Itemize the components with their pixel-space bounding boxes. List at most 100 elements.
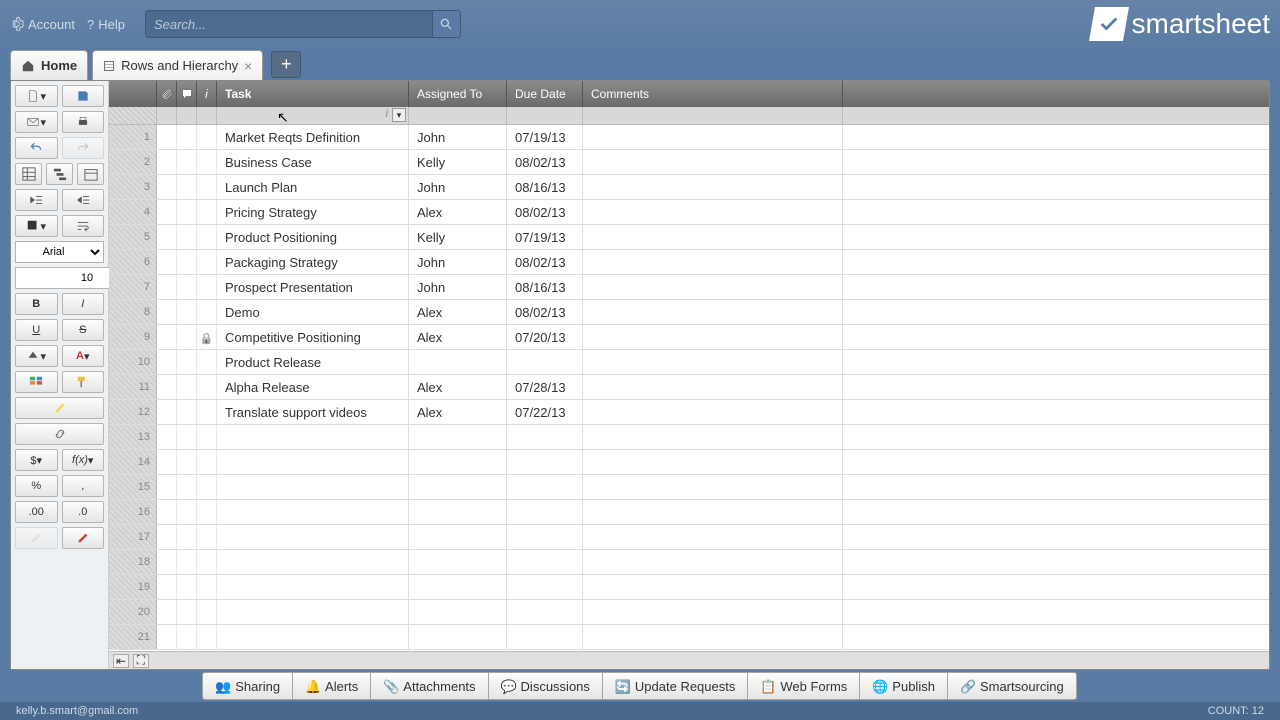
cell-attachment[interactable] (157, 525, 177, 549)
cell-due[interactable]: 08/02/13 (507, 250, 583, 274)
cell-task[interactable]: Market Reqts Definition (217, 125, 409, 149)
table-row[interactable]: 16 (109, 500, 1269, 525)
cell-due[interactable] (507, 450, 583, 474)
cell-due[interactable] (507, 625, 583, 649)
text-color-button[interactable]: A▾ (62, 345, 105, 367)
table-row[interactable]: 10Product Release (109, 350, 1269, 375)
cell-comments[interactable] (583, 400, 843, 424)
tab-close-button[interactable]: × (244, 58, 252, 74)
cell-task[interactable]: Demo (217, 300, 409, 324)
cell-indicator[interactable] (197, 525, 217, 549)
cell-due[interactable]: 08/16/13 (507, 275, 583, 299)
cell-comments[interactable] (583, 525, 843, 549)
cell-comments[interactable] (583, 375, 843, 399)
cell-attachment[interactable] (157, 625, 177, 649)
col-indicator[interactable]: i (197, 81, 217, 107)
cell-comments[interactable] (583, 275, 843, 299)
tab-home[interactable]: Home (10, 50, 88, 80)
cell-due[interactable] (507, 425, 583, 449)
cell-attachment[interactable] (157, 600, 177, 624)
search-input[interactable] (145, 10, 433, 38)
cell-task[interactable] (217, 500, 409, 524)
table-row[interactable]: 3Launch PlanJohn08/16/13 (109, 175, 1269, 200)
cell-attachment[interactable] (157, 550, 177, 574)
cell-due[interactable] (507, 575, 583, 599)
cell-due[interactable]: 07/28/13 (507, 375, 583, 399)
cell-comments[interactable] (583, 125, 843, 149)
cell-indicator[interactable] (197, 275, 217, 299)
cell-due[interactable] (507, 500, 583, 524)
cell-assigned[interactable]: Alex (409, 200, 507, 224)
row-number[interactable]: 9 (109, 325, 157, 349)
cell-comments[interactable] (583, 600, 843, 624)
cell-comments[interactable] (583, 500, 843, 524)
cell-due[interactable]: 07/19/13 (507, 225, 583, 249)
table-row[interactable]: 9Competitive PositioningAlex07/20/13 (109, 325, 1269, 350)
row-number[interactable]: 3 (109, 175, 157, 199)
save-button[interactable] (62, 85, 105, 107)
cell-indicator[interactable] (197, 325, 217, 349)
col-due[interactable]: Due Date (507, 81, 583, 107)
row-number[interactable]: 2 (109, 150, 157, 174)
table-row[interactable]: 15 (109, 475, 1269, 500)
row-number[interactable]: 4 (109, 200, 157, 224)
publish-button[interactable]: 🌐Publish (859, 672, 948, 700)
tab-add-button[interactable]: + (271, 51, 301, 78)
search-button[interactable] (433, 10, 461, 38)
cell-comments[interactable] (583, 300, 843, 324)
row-number[interactable]: 20 (109, 600, 157, 624)
row-number[interactable]: 8 (109, 300, 157, 324)
cell-indicator[interactable] (197, 575, 217, 599)
cell-task[interactable] (217, 550, 409, 574)
fill-color-button[interactable]: ▾ (15, 215, 58, 237)
col-task[interactable]: Task (217, 81, 409, 107)
cell-attachment[interactable] (157, 300, 177, 324)
cell-due[interactable] (507, 475, 583, 499)
cell-attachment[interactable] (157, 200, 177, 224)
strike-button[interactable]: S (62, 319, 105, 341)
cell-indicator[interactable] (197, 500, 217, 524)
cell-assigned[interactable] (409, 450, 507, 474)
cell-task[interactable] (217, 575, 409, 599)
row-number[interactable]: 14 (109, 450, 157, 474)
cell-discussion[interactable] (177, 525, 197, 549)
decrease-decimal-button[interactable]: .00 (15, 501, 58, 523)
cell-discussion[interactable] (177, 575, 197, 599)
cell-indicator[interactable] (197, 475, 217, 499)
cell-assigned[interactable]: John (409, 250, 507, 274)
task-filter-dropdown[interactable]: ▾ (392, 108, 406, 122)
table-row[interactable]: 4Pricing StrategyAlex08/02/13 (109, 200, 1269, 225)
cell-task[interactable] (217, 475, 409, 499)
cell-attachment[interactable] (157, 500, 177, 524)
new-button[interactable]: ▾ (15, 85, 58, 107)
cell-due[interactable]: 07/20/13 (507, 325, 583, 349)
cell-task[interactable]: Product Release (217, 350, 409, 374)
cell-comments[interactable] (583, 425, 843, 449)
cell-assigned[interactable] (409, 625, 507, 649)
cell-assigned[interactable] (409, 525, 507, 549)
alerts-button[interactable]: 🔔Alerts (292, 672, 371, 700)
cell-comments[interactable] (583, 350, 843, 374)
row-number[interactable]: 13 (109, 425, 157, 449)
cell-indicator[interactable] (197, 300, 217, 324)
cell-task[interactable]: Packaging Strategy (217, 250, 409, 274)
cell-attachment[interactable] (157, 150, 177, 174)
goto-start-button[interactable]: ⇤ (113, 654, 129, 668)
table-row[interactable]: 20 (109, 600, 1269, 625)
cell-indicator[interactable] (197, 450, 217, 474)
cell-attachment[interactable] (157, 575, 177, 599)
cell-task[interactable] (217, 600, 409, 624)
table-row[interactable]: 6Packaging StrategyJohn08/02/13 (109, 250, 1269, 275)
cell-indicator[interactable] (197, 150, 217, 174)
cell-discussion[interactable] (177, 375, 197, 399)
cell-due[interactable] (507, 350, 583, 374)
cell-indicator[interactable] (197, 600, 217, 624)
table-row[interactable]: 17 (109, 525, 1269, 550)
cell-task[interactable]: Competitive Positioning (217, 325, 409, 349)
cell-discussion[interactable] (177, 125, 197, 149)
row-number[interactable]: 18 (109, 550, 157, 574)
undo-button[interactable] (15, 137, 58, 159)
col-assigned[interactable]: Assigned To (409, 81, 507, 107)
cell-assigned[interactable]: Kelly (409, 150, 507, 174)
table-row[interactable]: 19 (109, 575, 1269, 600)
